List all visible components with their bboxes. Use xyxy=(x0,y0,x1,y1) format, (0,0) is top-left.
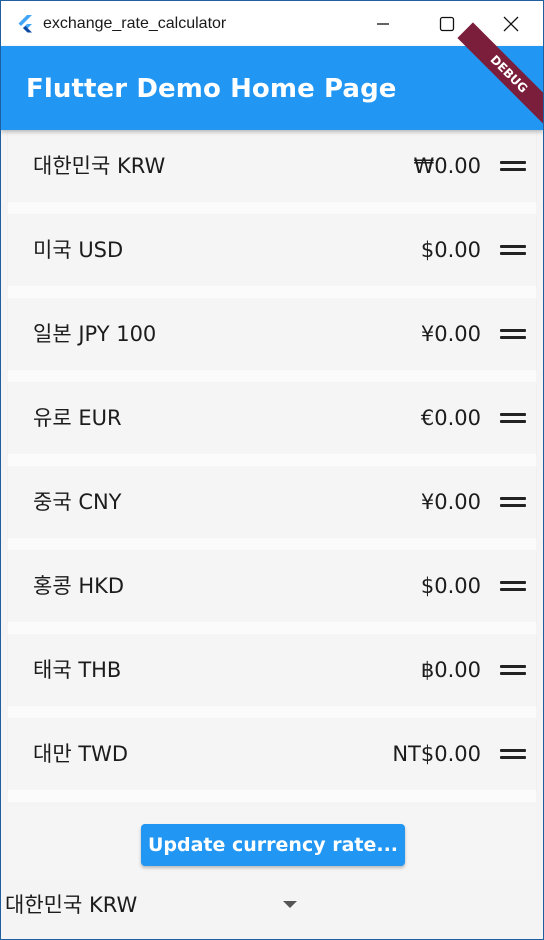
currency-value: €0.00 xyxy=(420,406,481,430)
row-divider xyxy=(8,286,536,298)
update-currency-rate-button[interactable]: Update currency rate... xyxy=(141,824,405,866)
currency-label: 미국 USD xyxy=(33,238,124,262)
drag-handle-icon[interactable] xyxy=(500,242,526,258)
currency-label: 태국 THB xyxy=(33,658,122,682)
minimize-icon xyxy=(377,22,389,25)
list-item[interactable]: 대한민국 KRW ₩0.00 xyxy=(8,130,536,202)
page-title: Flutter Demo Home Page xyxy=(26,74,397,104)
base-currency-dropdown[interactable]: 대한민국 KRW xyxy=(1,887,301,923)
window-title: exchange_rate_calculator xyxy=(43,14,227,32)
list-item[interactable]: 태국 THB ฿0.00 xyxy=(8,634,536,706)
currency-value: NT$0.00 xyxy=(392,742,481,766)
app-bar: Flutter Demo Home Page DEBUG xyxy=(1,22,543,130)
flutter-logo-icon xyxy=(18,14,32,32)
list-item[interactable]: 미국 USD $0.00 xyxy=(8,214,536,286)
currency-label: 일본 JPY 100 xyxy=(33,322,157,346)
drag-handle-icon[interactable] xyxy=(500,662,526,678)
app-window: exchange_rate_calculator Flutter Demo Ho… xyxy=(0,0,544,940)
currency-label: 대만 TWD xyxy=(33,742,129,766)
drag-handle-icon[interactable] xyxy=(500,494,526,510)
currency-value: ¥0.00 xyxy=(420,490,481,514)
currency-value: ฿0.00 xyxy=(420,658,481,682)
row-divider xyxy=(8,790,536,802)
dropdown-selected-value: 대한민국 KRW xyxy=(5,893,138,917)
currency-value: $0.00 xyxy=(420,238,481,262)
row-divider xyxy=(8,454,536,466)
drag-handle-icon[interactable] xyxy=(500,158,526,174)
row-divider xyxy=(8,706,536,718)
button-bar: Update currency rate... xyxy=(8,806,536,880)
list-item[interactable]: 대만 TWD NT$0.00 xyxy=(8,718,536,790)
drag-handle-icon[interactable] xyxy=(500,746,526,762)
drag-handle-icon[interactable] xyxy=(500,410,526,426)
currency-label: 대한민국 KRW xyxy=(33,154,166,178)
maximize-icon xyxy=(439,16,455,31)
row-divider xyxy=(8,370,536,382)
currency-value: $0.00 xyxy=(420,574,481,598)
currency-value: ¥0.00 xyxy=(420,322,481,346)
list-item[interactable]: 일본 JPY 100 ¥0.00 xyxy=(8,298,536,370)
list-item[interactable]: 중국 CNY ¥0.00 xyxy=(8,466,536,538)
drag-handle-icon[interactable] xyxy=(500,578,526,594)
currency-label: 중국 CNY xyxy=(33,490,122,514)
row-divider xyxy=(8,538,536,550)
drag-handle-icon[interactable] xyxy=(500,326,526,342)
list-item[interactable]: 홍콩 HKD $0.00 xyxy=(8,550,536,622)
close-icon xyxy=(503,16,519,31)
currency-label: 유로 EUR xyxy=(33,406,122,430)
currency-value: ₩0.00 xyxy=(413,154,481,178)
row-divider xyxy=(8,202,536,214)
list-item[interactable]: 유로 EUR €0.00 xyxy=(8,382,536,454)
row-divider xyxy=(8,622,536,634)
currency-label: 홍콩 HKD xyxy=(33,574,125,598)
minimize-button[interactable] xyxy=(351,1,415,46)
dropdown-arrow-icon xyxy=(283,901,297,908)
